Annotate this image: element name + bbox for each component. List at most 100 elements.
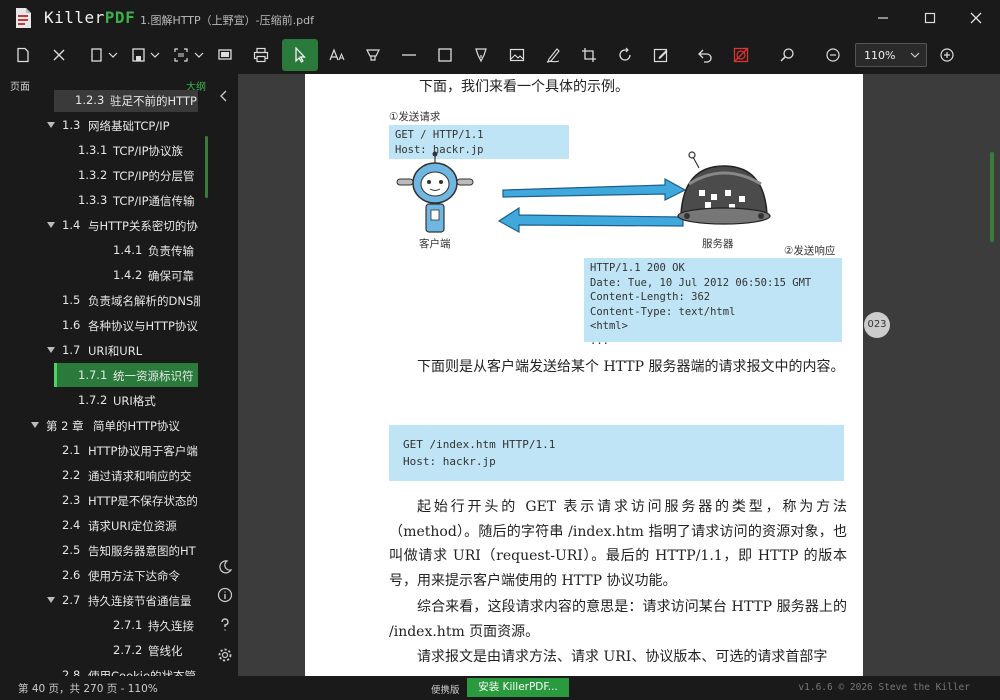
outline-item-label: 告知服务器意图的HT xyxy=(88,544,196,558)
highlight-tool-button[interactable] xyxy=(360,40,386,70)
outline-item-label: 各种协议与HTTP协议 xyxy=(88,319,198,333)
paragraph-2: 起始行开头的 GET 表示请求访问服务器的类型，称为方法（method）。随后的… xyxy=(389,499,847,589)
minimize-icon xyxy=(878,17,888,19)
outline-item[interactable]: 2.6 使用方法下达命令 xyxy=(0,563,200,587)
outline-item-number: 1.7.2 xyxy=(78,393,108,407)
outline-item[interactable]: 2.8 使用Cookie的状态管 xyxy=(0,663,200,676)
rotate-tool-button[interactable] xyxy=(612,40,638,70)
status-bar: 第 40 页，共 270 页 - 110% 便携版 安装 KillerPDF..… xyxy=(0,676,1000,700)
sidebar-scrollbar[interactable] xyxy=(205,136,208,198)
outline-item-label: 统一资源标识符 xyxy=(113,369,194,383)
outline-item-label: TCP/IP协议族 xyxy=(113,144,184,158)
outline-item[interactable]: 2.2 通过请求和响应的交 xyxy=(0,463,200,487)
pdf-page: 下面，我们来看一个具体的示例。 ①发送请求 GET / HTTP/1.1 Host… xyxy=(305,74,890,676)
sidebar: 页面 大纲 1.2.3 驻足不前的HTTP 1.3 网络基础TCP/IP 1.3.1 TC… xyxy=(0,74,238,676)
outline-item[interactable]: 2.1 HTTP协议用于客户端 xyxy=(0,438,200,462)
step2-label: ②发送响应 xyxy=(784,245,836,257)
outline-item-label: HTTP是不保存状态的 xyxy=(88,494,198,508)
new-document-button[interactable] xyxy=(10,40,36,70)
ocr-dropdown[interactable] xyxy=(168,40,208,70)
document-title: 1.图解HTTP（上野宣）-压缩前.pdf xyxy=(140,14,314,27)
client-robot-icon xyxy=(396,151,474,233)
select-tool-button[interactable] xyxy=(282,39,318,71)
line-tool-button[interactable] xyxy=(396,40,422,70)
page-layout-dropdown[interactable] xyxy=(84,40,122,70)
outline-item[interactable]: 1.6 各种协议与HTTP协议 xyxy=(0,313,200,337)
maximize-button[interactable] xyxy=(915,6,945,30)
undo-button[interactable] xyxy=(692,40,718,70)
text-font-icon xyxy=(329,48,345,61)
outline-item-number: 2.6 xyxy=(62,568,81,582)
response-arrow-icon xyxy=(497,206,684,234)
collapse-sidebar-button[interactable] xyxy=(218,88,230,107)
image-tool-button[interactable] xyxy=(504,40,530,70)
search-button[interactable] xyxy=(774,40,800,70)
close-window-button[interactable] xyxy=(961,6,991,30)
outline-item[interactable]: 1.4.2 确保可靠 xyxy=(0,263,200,287)
redact-button[interactable] xyxy=(728,40,754,70)
outline-item[interactable]: 1.3 网络基础TCP/IP xyxy=(0,113,200,137)
edit-tool-button[interactable] xyxy=(648,40,674,70)
response-code-box: HTTP/1.1 200 OK Date: Tue, 10 Jul 2012 06… xyxy=(584,258,842,347)
outline-item[interactable]: 2.5 告知服务器意图的HT xyxy=(0,538,200,562)
outline-item[interactable]: 2.3 HTTP是不保存状态的 xyxy=(0,488,200,512)
signature-pen-icon xyxy=(546,48,560,63)
outline-item-number: 1.3 xyxy=(62,118,81,132)
outline-item[interactable]: 第 2 章简单的HTTP协议 xyxy=(0,413,200,437)
outline-tree: 1.2.3 驻足不前的HTTP 1.3 网络基础TCP/IP 1.3.1 TCP/IP协议… xyxy=(0,90,200,676)
code-line: Date: Tue, 10 Jul 2012 06:50:15 GMT xyxy=(590,276,812,289)
search-icon xyxy=(780,48,794,62)
client-label: 客户端 xyxy=(419,238,451,250)
text-tool-button[interactable] xyxy=(324,40,350,70)
outline-item[interactable]: 1.3.3 TCP/IP通信传输 xyxy=(0,188,200,212)
save-icon xyxy=(132,48,160,62)
outline-item[interactable]: 2.7.2 管线化 xyxy=(0,638,200,662)
outline-item[interactable]: 1.7.2 URI格式 xyxy=(0,388,200,412)
outline-item-label: 网络基础TCP/IP xyxy=(88,119,170,133)
outline-item[interactable]: 1.7.1 统一资源标识符 xyxy=(54,363,198,387)
cursor-arrow-icon xyxy=(295,47,306,63)
outline-item[interactable]: 1.2.3 驻足不前的HTTP xyxy=(54,90,198,112)
zoom-level-select[interactable]: 110% xyxy=(855,43,927,67)
save-dropdown[interactable] xyxy=(126,40,164,70)
outline-item[interactable]: 1.3.2 TCP/IP的分层管 xyxy=(0,163,200,187)
outline-item[interactable]: 1.4.1 负责传输 xyxy=(0,238,200,262)
install-button[interactable]: 安装 KillerPDF... xyxy=(467,678,569,697)
outline-item-label: 管线化 xyxy=(148,644,183,658)
outline-item[interactable]: 2.7 持久连接节省通信量 xyxy=(0,588,200,612)
outline-item[interactable]: 1.4 与HTTP关系密切的协 xyxy=(0,213,200,237)
crop-tool-button[interactable] xyxy=(576,40,602,70)
line-icon xyxy=(402,54,416,56)
help-button[interactable] xyxy=(216,616,234,634)
expand-triangle-icon[interactable] xyxy=(30,420,40,430)
rectangle-tool-button[interactable] xyxy=(432,40,458,70)
print-button[interactable] xyxy=(248,40,274,70)
close-document-button[interactable] xyxy=(46,40,72,70)
outline-item-number: 2.8 xyxy=(62,668,81,676)
signature-tool-button[interactable] xyxy=(540,40,566,70)
expand-triangle-icon[interactable] xyxy=(46,220,56,230)
expand-triangle-icon[interactable] xyxy=(46,595,56,605)
outline-item[interactable]: 2.4 请求URI定位资源 xyxy=(0,513,200,537)
expand-triangle-icon[interactable] xyxy=(46,120,56,130)
outline-item[interactable]: 1.3.1 TCP/IP协议族 xyxy=(0,138,200,162)
fit-page-button[interactable] xyxy=(212,40,238,70)
zoom-out-button[interactable] xyxy=(820,40,846,70)
gear-icon xyxy=(218,648,232,662)
expand-triangle-icon[interactable] xyxy=(46,345,56,355)
zoom-in-button[interactable] xyxy=(934,40,960,70)
document-viewer: 下面，我们来看一个具体的示例。 ①发送请求 GET / HTTP/1.1 Host… xyxy=(238,74,1000,676)
settings-button[interactable] xyxy=(216,646,234,664)
viewer-scrollbar[interactable] xyxy=(990,152,994,242)
outline-item-label: 确保可靠 xyxy=(148,269,194,283)
pen-nib-icon xyxy=(475,48,487,63)
outline-item[interactable]: 1.5 负责域名解析的DNS服 xyxy=(0,288,200,312)
night-mode-button[interactable] xyxy=(216,558,234,576)
info-button[interactable] xyxy=(216,586,234,604)
minimize-button[interactable] xyxy=(868,6,898,30)
outline-item-number: 第 2 章 xyxy=(46,419,84,433)
server-label: 服务器 xyxy=(702,238,734,250)
outline-item[interactable]: 2.7.1 持久连接 xyxy=(0,613,200,637)
pen-tool-button[interactable] xyxy=(468,40,494,70)
outline-item[interactable]: 1.7 URI和URL xyxy=(0,338,200,362)
